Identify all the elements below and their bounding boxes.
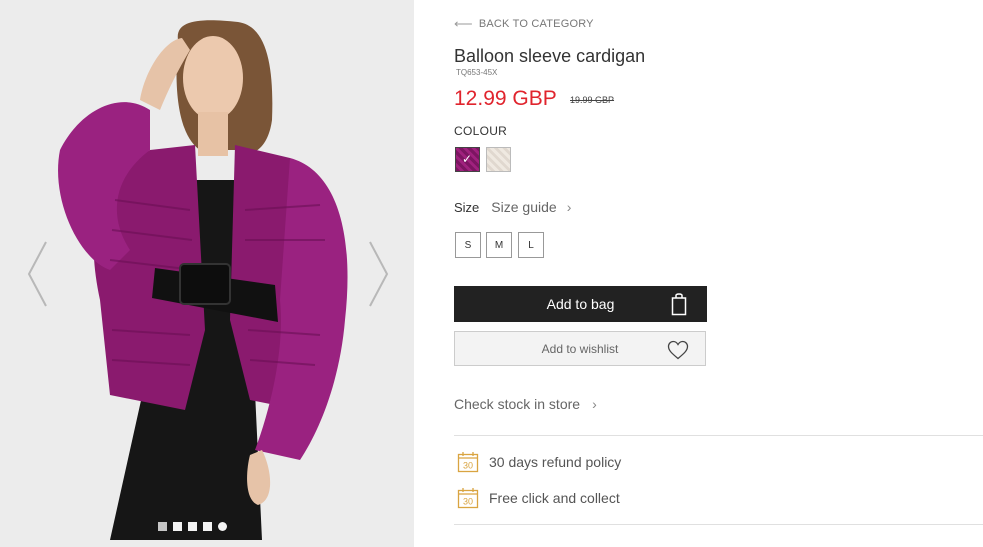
checkmark-icon: ✓ (462, 152, 473, 166)
calendar-icon: 30 (457, 452, 479, 473)
perk-refund-policy: 30 30 days refund policy (457, 451, 621, 473)
calendar-icon-number: 30 (463, 461, 473, 471)
gallery-prev-arrow[interactable] (26, 240, 50, 308)
back-link-label: BACK TO CATEGORY (478, 18, 594, 30)
perk-text: Free click and collect (489, 490, 620, 506)
back-to-category-link[interactable]: ⟵ BACK TO CATEGORY (454, 16, 594, 32)
colour-swatch-purple[interactable]: ✓ (455, 147, 480, 172)
colour-label: COLOUR (454, 124, 508, 138)
size-option-l[interactable]: L (518, 232, 544, 258)
add-to-wishlist-label: Add to wishlist (541, 341, 619, 356)
gallery-dot[interactable] (218, 522, 227, 531)
gallery-dot[interactable] (158, 522, 167, 531)
product-sku: TQ653-45X (456, 68, 498, 77)
size-option-s[interactable]: S (455, 232, 481, 258)
calendar-icon-number: 30 (463, 497, 473, 507)
check-stock-label: Check stock in store (454, 396, 581, 412)
add-to-bag-button[interactable]: Add to bag (454, 286, 707, 322)
gallery-next-arrow[interactable] (366, 240, 390, 308)
chevron-left-icon (27, 241, 47, 307)
gallery-dot[interactable] (188, 522, 197, 531)
calendar-icon: 30 (457, 488, 479, 509)
chevron-right-icon (369, 241, 389, 307)
product-gallery (0, 0, 414, 547)
chevron-right-icon: › (592, 396, 597, 412)
colour-swatch-cream[interactable] (486, 147, 511, 172)
gallery-dot[interactable] (203, 522, 212, 531)
arrow-left-icon: ⟵ (454, 16, 473, 31)
check-stock-link[interactable]: Check stock in store › (454, 396, 597, 412)
gallery-dot[interactable] (173, 522, 182, 531)
add-to-wishlist-button[interactable]: Add to wishlist (454, 331, 706, 366)
size-guide-link[interactable]: Size guide (491, 199, 556, 215)
product-photo (0, 0, 414, 547)
size-option-m[interactable]: M (486, 232, 512, 258)
shopping-bag-icon (671, 293, 687, 316)
product-title: Balloon sleeve cardigan (454, 46, 646, 66)
original-price: 19.99 GBP (570, 95, 615, 105)
size-row: Size Size guide › (454, 199, 571, 215)
add-to-bag-label: Add to bag (546, 296, 615, 312)
chevron-right-icon[interactable]: › (567, 199, 572, 215)
heart-icon (667, 340, 689, 360)
perk-text: 30 days refund policy (489, 454, 622, 470)
gallery-pagination (158, 522, 227, 532)
size-label: Size (454, 199, 480, 215)
divider (454, 435, 983, 436)
divider (454, 524, 983, 525)
perk-click-and-collect: 30 Free click and collect (457, 487, 620, 509)
sale-price: 12.99 GBP (454, 87, 557, 110)
